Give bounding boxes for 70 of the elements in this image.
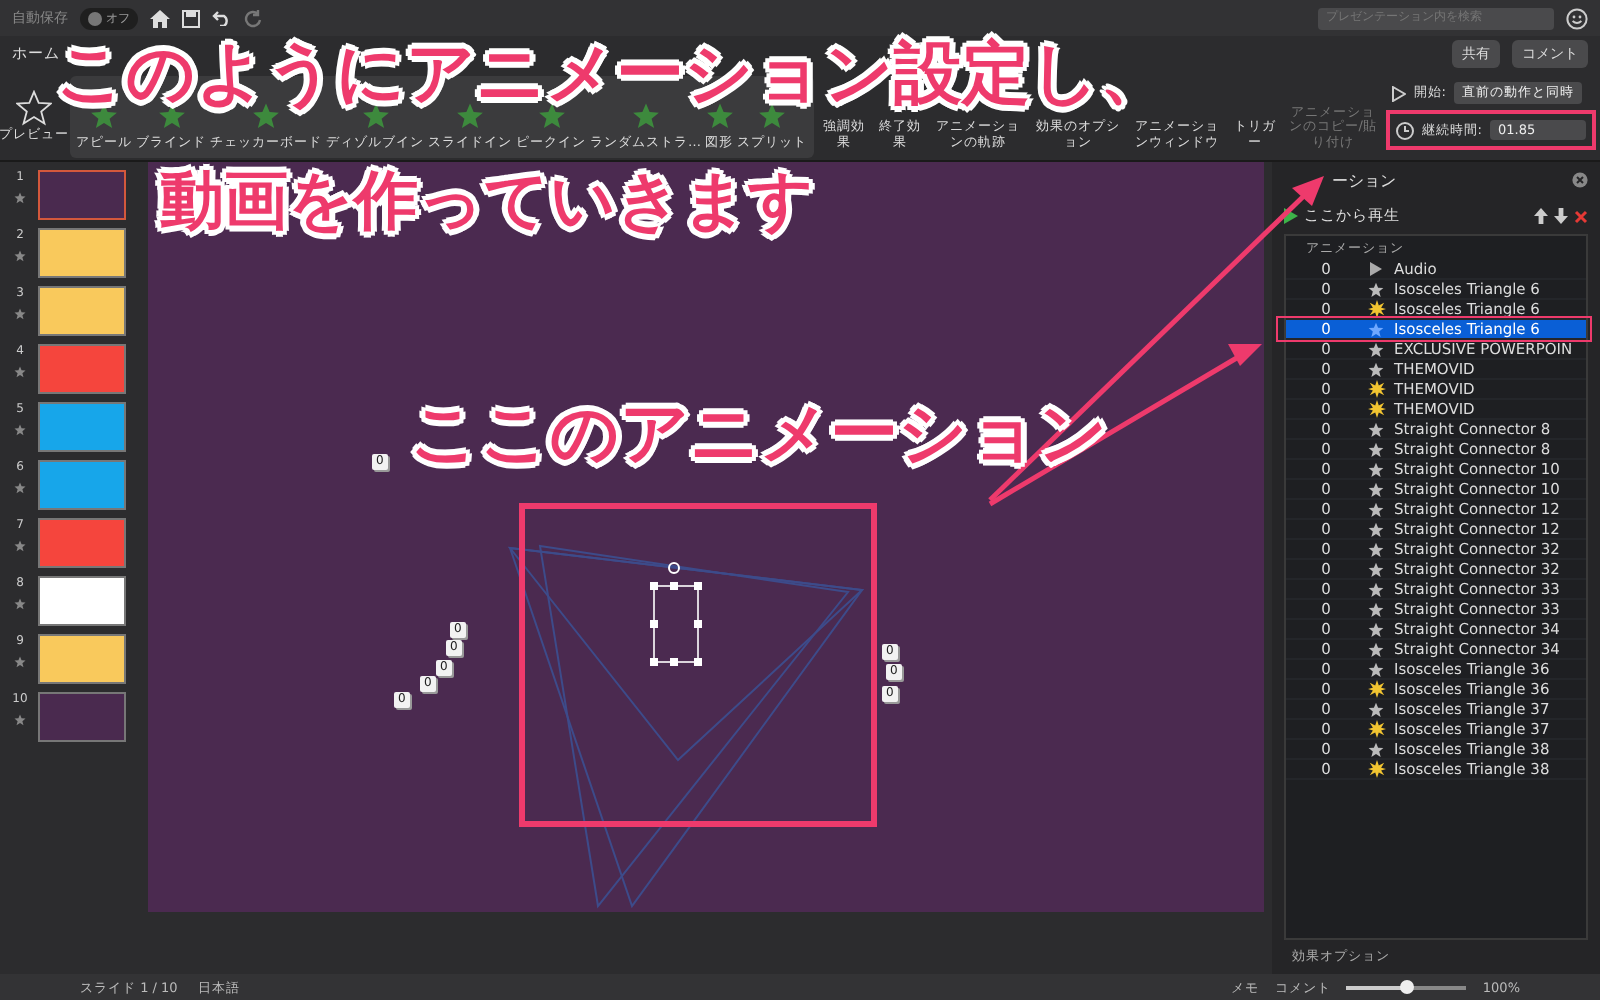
redo-icon[interactable] — [244, 9, 262, 27]
slide-thumbnail[interactable] — [38, 228, 126, 278]
burst-icon — [1367, 760, 1385, 778]
slide-thumbnail[interactable] — [38, 402, 126, 452]
play-icon — [1370, 262, 1382, 276]
star-icon — [1368, 601, 1384, 617]
effect-star-icon — [537, 101, 565, 129]
star-icon — [1368, 321, 1384, 337]
star-icon — [14, 250, 26, 262]
annotation-text: このようにアニメーション設定し、 — [56, 40, 1168, 108]
effect-star-icon — [705, 101, 733, 129]
star-icon — [14, 192, 26, 204]
burst-icon — [1367, 680, 1385, 698]
star-icon — [1368, 341, 1384, 357]
star-icon — [1368, 501, 1384, 517]
slide-thumbnail[interactable] — [38, 518, 126, 568]
star-icon — [1368, 441, 1384, 457]
star-icon — [1368, 581, 1384, 597]
star-icon — [1368, 641, 1384, 657]
star-icon — [1368, 361, 1384, 377]
annotation-text: 動画を作っていきます — [160, 168, 814, 232]
star-icon — [14, 540, 26, 552]
play-icon[interactable] — [1284, 208, 1298, 224]
move-up-icon[interactable] — [1534, 208, 1548, 224]
star-icon — [14, 656, 26, 668]
slide-thumbnail[interactable] — [38, 460, 126, 510]
slide-thumbnail[interactable] — [38, 576, 126, 626]
star-icon — [1368, 741, 1384, 757]
slide-thumbnail[interactable] — [38, 692, 126, 742]
burst-icon — [1367, 300, 1385, 318]
star-icon — [1368, 541, 1384, 557]
slide-thumbnail[interactable] — [38, 634, 126, 684]
star-icon — [1368, 561, 1384, 577]
star-icon — [14, 598, 26, 610]
smiley-icon[interactable] — [1566, 7, 1588, 29]
burst-icon — [1367, 380, 1385, 398]
star-icon — [14, 308, 26, 320]
star-icon — [1368, 621, 1384, 637]
star-icon — [1368, 661, 1384, 677]
effect-star-icon — [758, 101, 786, 129]
zoom-thumb[interactable] — [1400, 980, 1415, 994]
effect-star-icon — [631, 101, 660, 129]
effect-star-icon — [361, 101, 389, 129]
star-icon — [14, 714, 26, 726]
star-icon — [1368, 281, 1384, 297]
undo-icon[interactable] — [212, 10, 232, 26]
star-icon — [1368, 421, 1384, 437]
preview-star-icon — [16, 89, 52, 125]
slide-thumbnail[interactable] — [38, 170, 126, 220]
star-icon — [1368, 481, 1384, 497]
clock-icon — [1395, 121, 1414, 139]
star-icon — [1368, 461, 1384, 477]
burst-icon — [1367, 720, 1385, 738]
star-icon — [1368, 701, 1384, 717]
slide-thumbnail[interactable] — [38, 344, 126, 394]
delete-icon[interactable] — [1574, 209, 1588, 223]
home-icon[interactable] — [150, 9, 170, 27]
burst-icon — [1367, 400, 1385, 418]
star-icon — [14, 482, 26, 494]
selection-frame[interactable] — [650, 562, 702, 666]
star-icon — [14, 424, 26, 436]
move-down-icon[interactable] — [1554, 208, 1568, 224]
effect-star-icon — [456, 101, 484, 129]
play-icon — [1391, 85, 1406, 101]
close-icon[interactable] — [1572, 172, 1588, 188]
pane-title: ーション — [1330, 169, 1396, 191]
star-icon — [1368, 521, 1384, 537]
star-icon — [14, 366, 26, 378]
slide-thumbnail[interactable] — [38, 286, 126, 336]
save-icon[interactable] — [182, 9, 200, 27]
